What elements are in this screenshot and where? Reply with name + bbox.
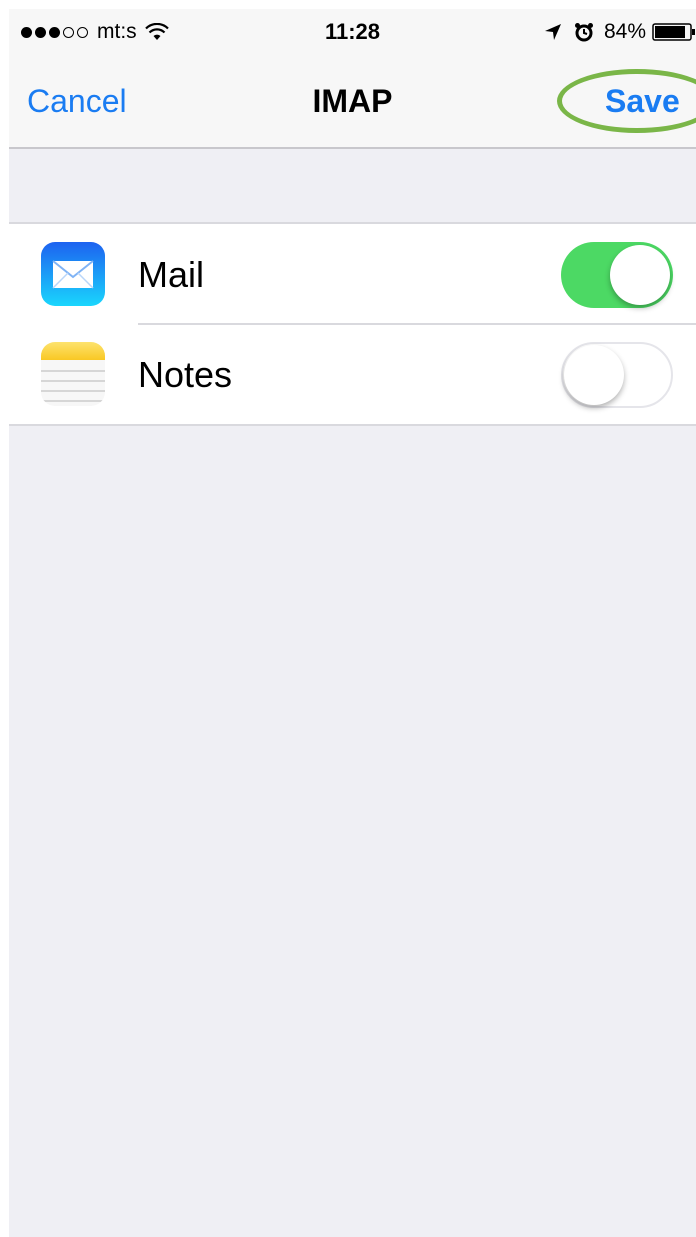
list-item-label: Mail — [138, 254, 205, 295]
notes-toggle[interactable] — [561, 342, 673, 408]
save-button-group: Save — [557, 69, 696, 133]
status-right: 84% — [544, 20, 696, 44]
list-item-mail: Mail — [9, 224, 696, 324]
list-item-label: Notes — [138, 354, 233, 395]
mail-toggle[interactable] — [561, 242, 673, 308]
mail-icon — [41, 242, 105, 306]
save-button[interactable]: Save — [605, 83, 680, 120]
notes-icon — [41, 342, 105, 406]
battery-percentage: 84% — [603, 20, 646, 43]
list-item-notes: Notes — [9, 323, 696, 424]
status-bar: mt:s 11:28 84% — [9, 9, 696, 55]
alarm-clock-icon — [574, 23, 593, 42]
toggle-knob — [610, 245, 670, 305]
location-arrow-icon — [544, 24, 561, 40]
cancel-button[interactable]: Cancel — [27, 83, 127, 120]
settings-screen: mt:s 11:28 84% Cancel IMAP Save Mail Not… — [9, 9, 696, 1237]
toggle-knob — [564, 345, 624, 405]
sync-options-list: Mail Notes — [9, 222, 696, 426]
navigation-bar: Cancel IMAP Save — [9, 55, 696, 149]
battery-icon — [652, 23, 695, 41]
